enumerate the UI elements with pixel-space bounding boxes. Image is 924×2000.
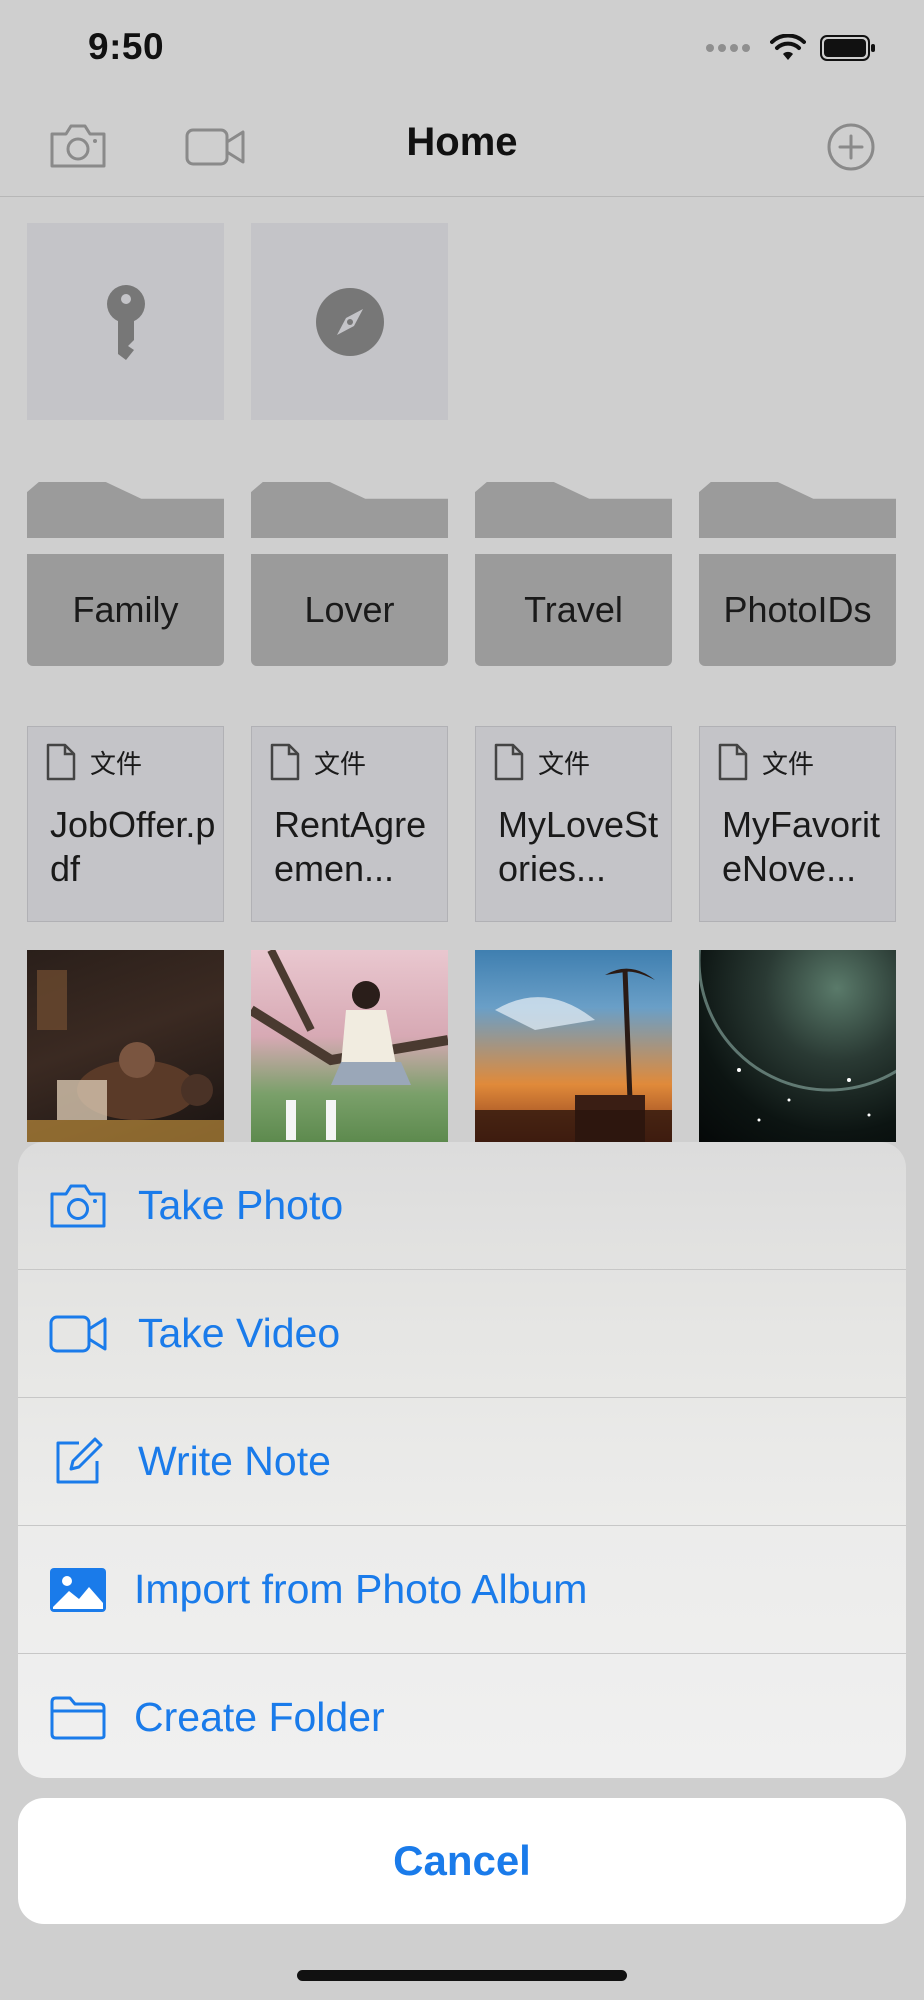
- photo-image: [251, 950, 448, 1140]
- cellular-signal-icon: [706, 44, 750, 52]
- file-name: MyFavoriteNove...: [722, 804, 881, 889]
- write-note-action[interactable]: Write Note: [18, 1398, 906, 1525]
- photo-thumbnail[interactable]: [251, 950, 448, 1142]
- photo-thumbnail[interactable]: [699, 950, 896, 1142]
- take-photo-action[interactable]: Take Photo: [18, 1142, 906, 1269]
- folder-label: Family: [27, 554, 224, 666]
- file-card[interactable]: 文件 JobOffer.pdf: [27, 726, 224, 922]
- folder-icon: [251, 482, 448, 538]
- file-type-label: 文件: [538, 748, 591, 779]
- wifi-icon: [770, 34, 806, 60]
- folder-icon: [27, 482, 224, 538]
- folder-family[interactable]: Family: [27, 482, 224, 666]
- page-title: Home: [406, 120, 518, 164]
- file-name: MyLoveStories...: [498, 804, 659, 889]
- file-card[interactable]: 文件 RentAgreemen...: [251, 726, 448, 922]
- status-indicators: [706, 34, 876, 62]
- action-label: Import from Photo Album: [134, 1566, 588, 1612]
- file-type-label: 文件: [762, 748, 815, 779]
- action-sheet: Take Photo Take Video Write Note Import …: [18, 1142, 906, 1778]
- file-card[interactable]: 文件 MyFavoriteNove...: [699, 726, 896, 922]
- document-icon: [494, 743, 524, 781]
- add-circle-icon: [827, 123, 875, 171]
- take-video-action[interactable]: Take Video: [18, 1270, 906, 1397]
- document-icon: [46, 743, 76, 781]
- action-label: Take Video: [138, 1310, 341, 1356]
- file-name: JobOffer.pdf: [50, 804, 216, 889]
- nav-divider: [0, 196, 924, 197]
- document-icon: [718, 743, 748, 781]
- cancel-button[interactable]: Cancel: [18, 1798, 906, 1924]
- folder-lover[interactable]: Lover: [251, 482, 448, 666]
- file-card[interactable]: 文件 MyLoveStories...: [475, 726, 672, 922]
- photo-image: [699, 950, 896, 1122]
- folder-travel[interactable]: Travel: [475, 482, 672, 666]
- camera-icon: [50, 1184, 106, 1227]
- folder-icon: [50, 1696, 106, 1739]
- photo-image: [27, 970, 224, 1142]
- folder-icon: [699, 482, 896, 538]
- folder-label: Lover: [251, 554, 448, 666]
- action-label: Write Note: [138, 1438, 331, 1484]
- key-icon: [106, 284, 145, 360]
- compass-icon: [315, 287, 384, 356]
- photo-thumbnail[interactable]: [475, 950, 672, 1142]
- status-time: 9:50: [88, 26, 165, 67]
- photo-album-icon: [50, 1567, 106, 1612]
- video-icon: [49, 1315, 107, 1352]
- folder-label: Travel: [475, 554, 672, 666]
- file-type-label: 文件: [90, 748, 143, 779]
- create-folder-action[interactable]: Create Folder: [18, 1654, 906, 1778]
- add-button[interactable]: [826, 122, 876, 172]
- photo-thumbnail[interactable]: [27, 950, 224, 1142]
- action-label: Create Folder: [134, 1694, 385, 1740]
- folder-photoids[interactable]: PhotoIDs: [699, 482, 896, 666]
- action-label: Take Photo: [138, 1182, 344, 1228]
- import-photo-album-action[interactable]: Import from Photo Album: [18, 1526, 906, 1653]
- home-indicator[interactable]: [297, 1970, 627, 1981]
- password-tile[interactable]: [27, 223, 224, 420]
- file-type-label: 文件: [314, 748, 367, 779]
- folder-icon: [475, 482, 672, 538]
- folder-label: PhotoIDs: [699, 554, 896, 666]
- document-icon: [270, 743, 300, 781]
- photo-image: [475, 968, 672, 1142]
- browser-tile[interactable]: [251, 223, 448, 420]
- edit-note-icon: [56, 1437, 103, 1483]
- battery-icon: [820, 35, 875, 61]
- file-name: RentAgreemen...: [274, 804, 427, 889]
